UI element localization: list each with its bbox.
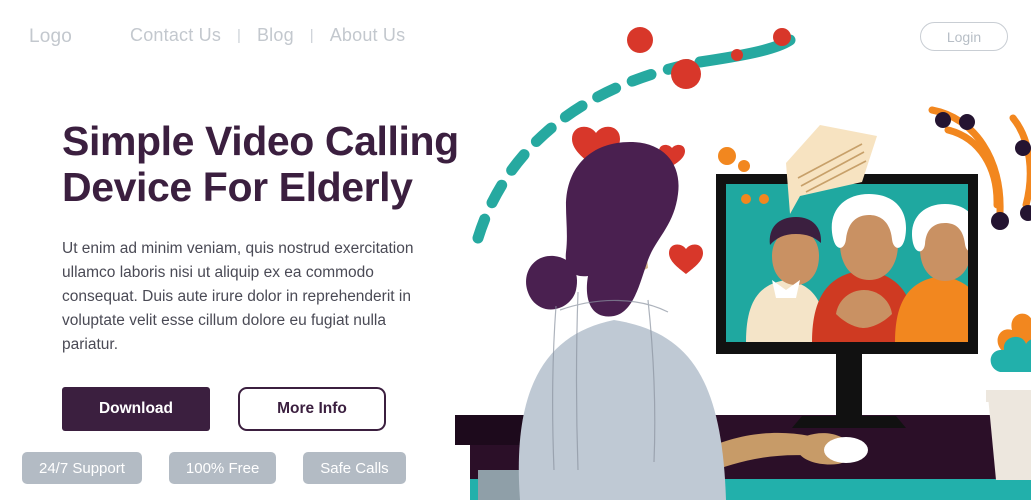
nav-item-blog[interactable]: Blog	[255, 25, 296, 46]
monitor-stand-neck	[836, 354, 862, 416]
tag-safe-calls[interactable]: Safe Calls	[303, 452, 406, 484]
nav-item-contact-us[interactable]: Contact Us	[128, 25, 223, 46]
top-navigation: Logo Contact Us | Blog | About Us Login	[0, 0, 1031, 72]
logo[interactable]: Logo	[29, 26, 72, 48]
landing-page: Logo Contact Us | Blog | About Us Login …	[0, 0, 1031, 500]
tag-support[interactable]: 24/7 Support	[22, 452, 142, 484]
monitor	[716, 174, 978, 428]
login-button[interactable]: Login	[920, 22, 1008, 51]
download-button[interactable]: Download	[62, 387, 210, 431]
page-title: Simple Video Calling Device For Elderly	[62, 118, 502, 210]
headline-line-2: Device For Elderly	[62, 164, 413, 210]
monitor-stand-base	[792, 416, 906, 428]
nav-item-about-us[interactable]: About Us	[328, 25, 408, 46]
computer-mouse	[824, 437, 868, 463]
nav-separator: |	[309, 27, 314, 44]
feature-tags: 24/7 Support 100% Free Safe Calls	[22, 452, 406, 484]
more-info-button[interactable]: More Info	[238, 387, 386, 431]
nav-separator: |	[237, 27, 241, 44]
nav-links: Contact Us | Blog | About Us	[128, 25, 407, 46]
cta-row: Download More Info	[62, 387, 502, 431]
hero-copy: Simple Video Calling Device For Elderly …	[62, 118, 502, 431]
hero-paragraph: Ut enim ad minim veniam, quis nostrud ex…	[62, 240, 414, 353]
headline-line-1: Simple Video Calling	[62, 118, 459, 164]
tag-free[interactable]: 100% Free	[168, 452, 277, 484]
